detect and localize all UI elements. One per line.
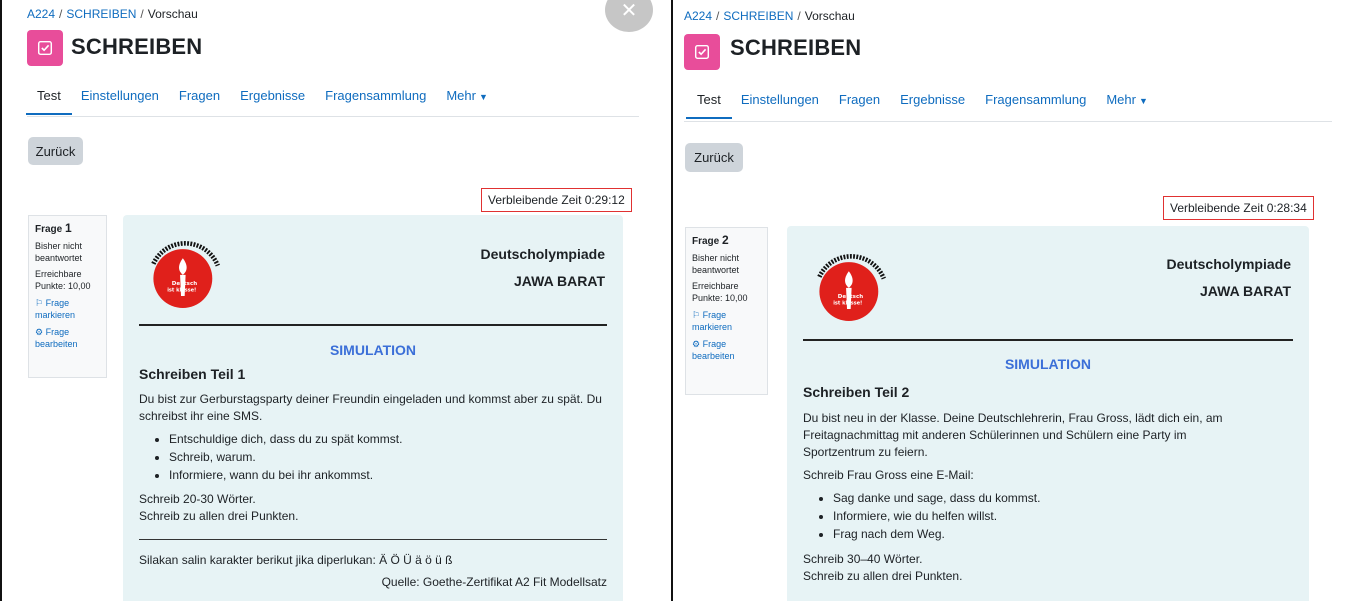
header-rule [139,324,607,326]
edit-question-link[interactable]: ⚙ Frage bearbeiten [692,338,761,362]
back-button[interactable]: Zurück [685,143,743,172]
flag-question-link[interactable]: ⚐ Frage markieren [692,309,761,333]
task-text: Du bist neu in der Klasse. Deine Deutsch… [803,410,1258,585]
footer-rule [139,539,607,540]
breadcrumb-course[interactable]: A224 [684,9,712,23]
all-points: Schreib zu allen drei Punkten. [139,509,299,523]
special-chars: Silakan salin karakter berikut jika dipe… [139,553,453,567]
panel-divider [663,0,671,601]
left-panel: A224/SCHREIBEN / Vorschau ✕ SCHREIBEN Test… [0,0,665,601]
remaining-time: Verbleibende Zeit 0:29:12 [481,188,632,212]
logo-text-2: ist klasse! [833,300,862,306]
task-bullet: Informiere, wie du helfen willst. [833,508,1258,525]
frage-label: Frage [692,236,720,247]
tab-mehr-label: Mehr [446,88,476,103]
breadcrumb: A224/SCHREIBEN / Vorschau [684,9,855,23]
tab-divider [27,116,639,117]
question-card: Deutsch ist klasse! Deutscholympiade JAW… [123,215,623,601]
right-panel: A224/SCHREIBEN / Vorschau SCHREIBEN Test E… [671,0,1353,601]
tab-ergebnisse[interactable]: Ergebnisse [900,92,965,119]
olympiade-logo: Deutsch ist klasse! [817,254,886,321]
page-title: SCHREIBEN [71,34,203,59]
breadcrumb-quiz[interactable]: SCHREIBEN [66,7,136,21]
quiz-icon [684,34,720,70]
org-name: Deutscholympiade [480,246,605,262]
tab-fragensammlung[interactable]: Fragensammlung [985,92,1086,119]
source-text: Quelle: Goethe-Zertifikat A2 Fit Modells… [381,575,607,589]
back-button[interactable]: Zurück [28,137,83,165]
frage-num: 1 [65,221,72,235]
gear-icon: ⚙ [692,339,701,349]
org-name: Deutscholympiade [1166,256,1291,272]
page-title: SCHREIBEN [730,35,862,60]
tab-fragen[interactable]: Fragen [839,92,880,119]
task-intro: Du bist zur Gerburstagsparty deiner Freu… [139,392,602,423]
org-region: JAWA BARAT [1200,283,1291,299]
chevron-down-icon: ▼ [478,92,488,102]
gear-icon: ⚙ [35,327,44,337]
breadcrumb-current: Vorschau [147,7,198,21]
question-points: Erreichbare Punkte: 10,00 [35,269,91,291]
simulation-heading: SIMULATION [1004,356,1092,372]
question-info: Frage 1 Bisher nicht beantwortet Erreich… [28,215,107,378]
breadcrumb-course[interactable]: A224 [27,7,55,21]
quiz-icon [27,30,63,66]
question-info: Frage 2 Bisher nicht beantwortet Erreich… [685,227,768,395]
logo-text-2: ist klasse! [167,287,196,293]
tab-test[interactable]: Test [686,92,732,119]
question-card: Deutsch ist klasse! Deutscholympiade JAW… [787,226,1309,601]
all-points: Schreib zu allen drei Punkten. [803,569,963,583]
task-intro: Du bist neu in der Klasse. Deine Deutsch… [803,411,1223,459]
question-points: Erreichbare Punkte: 10,00 [692,281,748,303]
frage-num: 2 [722,233,729,247]
tab-fragen[interactable]: Fragen [179,88,220,115]
tab-bar: Test Einstellungen Fragen Ergebnisse Fra… [26,88,508,115]
tab-test[interactable]: Test [26,88,72,115]
section-heading: Schreiben Teil 1 [139,366,246,382]
task-bullet: Sag danke und sage, dass du kommst. [833,490,1258,507]
remaining-time: Verbleibende Zeit 0:28:34 [1163,196,1314,220]
task-bullets: Entschuldige dich, dass du zu spät komms… [139,431,607,484]
task-bullet: Informiere, wann du bei ihr ankommst. [169,467,607,484]
question-status: Bisher nicht beantwortet [692,253,740,275]
section-heading: Schreiben Teil 2 [803,384,910,400]
header-rule [803,339,1293,341]
chevron-down-icon: ▼ [1138,96,1148,106]
task-bullet: Frag nach dem Weg. [833,526,1258,543]
breadcrumb-quiz[interactable]: SCHREIBEN [723,9,793,23]
close-icon[interactable]: ✕ [605,0,653,32]
tab-mehr-label: Mehr [1106,92,1136,107]
simulation-heading: SIMULATION [329,342,417,358]
tab-fragensammlung[interactable]: Fragensammlung [325,88,426,115]
breadcrumb: A224/SCHREIBEN / Vorschau [27,7,198,21]
word-count: Schreib 30–40 Wörter. [803,552,923,566]
tab-mehr[interactable]: Mehr ▼ [1106,92,1148,119]
breadcrumb-current: Vorschau [804,9,855,23]
tab-divider [684,121,1332,122]
task-text: Du bist zur Gerburstagsparty deiner Freu… [139,391,607,525]
question-status: Bisher nicht beantwortet [35,241,83,263]
tab-ergebnisse[interactable]: Ergebnisse [240,88,305,115]
logo-text-1: Deutsch [838,294,863,300]
tab-bar: Test Einstellungen Fragen Ergebnisse Fra… [686,92,1168,119]
tab-mehr[interactable]: Mehr ▼ [446,88,488,115]
word-count: Schreib 20-30 Wörter. [139,492,256,506]
olympiade-logo: Deutsch ist klasse! [151,241,220,308]
task-bullet: Entschuldige dich, dass du zu spät komms… [169,431,607,448]
task-bullets: Sag danke und sage, dass du kommst. Info… [803,490,1258,543]
edit-question-link[interactable]: ⚙ Frage bearbeiten [35,326,100,350]
flag-icon: ⚐ [35,298,44,308]
logo-text-1: Deutsch [172,281,197,287]
org-region: JAWA BARAT [514,273,605,289]
question-number: Frage 1 [35,222,100,236]
question-number: Frage 2 [692,234,761,248]
tab-einstellungen[interactable]: Einstellungen [741,92,819,119]
task-bullet: Schreib, warum. [169,449,607,466]
flag-icon: ⚐ [692,310,701,320]
tab-einstellungen[interactable]: Einstellungen [81,88,159,115]
frage-label: Frage [35,224,63,235]
task-intro-2: Schreib Frau Gross eine E-Mail: [803,468,974,482]
flag-question-link[interactable]: ⚐ Frage markieren [35,297,100,321]
